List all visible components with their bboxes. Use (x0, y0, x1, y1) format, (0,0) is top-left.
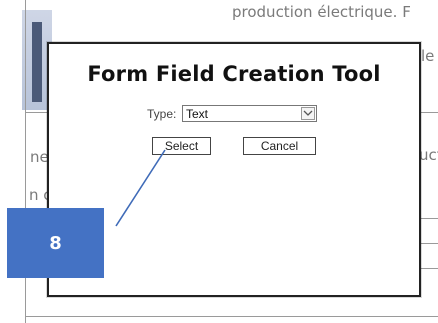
callout-number-badge: 8 (7, 208, 104, 278)
